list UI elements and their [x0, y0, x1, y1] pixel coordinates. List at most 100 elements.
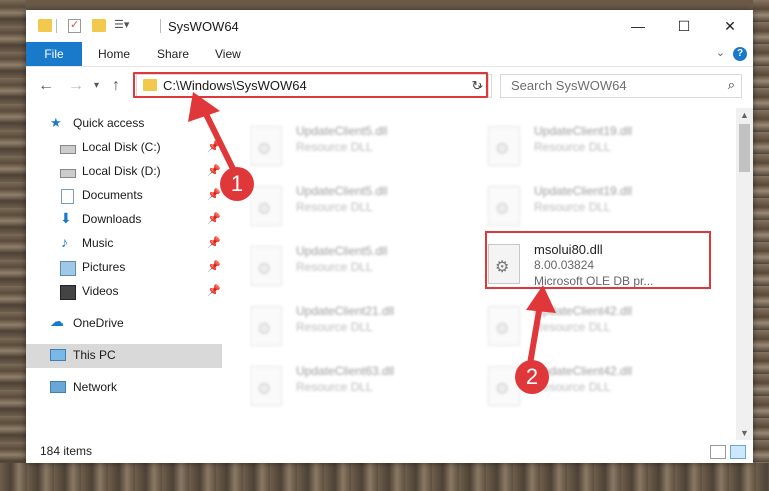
file-name: UpdateClient5.dll [296, 184, 388, 198]
search-input[interactable]: Search SysWOW64 ⌕ [500, 74, 742, 98]
recent-locations-icon[interactable]: ▾ [94, 80, 99, 91]
sidebar-item-label: This PC [73, 348, 116, 362]
file-type: Resource DLL [296, 380, 373, 394]
separator [160, 19, 161, 33]
file-item[interactable]: ⚙ UpdateClient5.dll Resource DLL [250, 240, 470, 290]
tab-view[interactable]: View [215, 42, 241, 66]
file-item[interactable]: ⚙ UpdateClient5.dll Resource DLL [250, 180, 470, 230]
tiles-view-icon[interactable] [730, 445, 746, 459]
up-arrow-icon[interactable]: ↑ [112, 77, 120, 95]
separator [56, 19, 57, 33]
file-name: UpdateClient5.dll [296, 124, 388, 138]
file-name: UpdateClient5.dll [296, 244, 388, 258]
file-item[interactable]: ⚙ UpdateClient19.dll Resource DLL [488, 180, 708, 230]
drive-icon [60, 169, 76, 178]
pin-icon[interactable]: 📌 [207, 140, 221, 153]
file-item[interactable]: ⚙ UpdateClient19.dll Resource DLL [488, 120, 708, 170]
background-right [753, 0, 769, 491]
background-left [0, 0, 26, 491]
file-item[interactable]: ⚙ UpdateClient21.dll Resource DLL [250, 300, 470, 350]
tab-share[interactable]: Share [157, 42, 189, 66]
drive-icon [60, 145, 76, 154]
tab-file[interactable]: File [26, 42, 82, 66]
pin-icon[interactable]: 📌 [207, 236, 221, 249]
file-name: UpdateClient19.dll [534, 124, 633, 138]
sidebar-item-label: Downloads [82, 212, 142, 226]
sidebar-item-label: Quick access [73, 116, 145, 130]
back-arrow-icon[interactable]: ← [38, 77, 54, 95]
scroll-down-icon[interactable]: ▼ [740, 428, 749, 438]
star-icon: ★ [50, 115, 62, 130]
sidebar-item-label: Documents [82, 188, 143, 202]
file-type: Resource DLL [296, 200, 373, 214]
file-name: UpdateClient63.dll [296, 364, 395, 378]
pin-icon[interactable]: 📌 [207, 260, 221, 273]
item-count: 184 items [40, 444, 93, 458]
sidebar-item-local-disk-d[interactable]: Local Disk (D:) 📌 [26, 160, 222, 184]
sidebar-item-local-disk-c[interactable]: Local Disk (C:) 📌 [26, 136, 222, 160]
file-highlight [485, 231, 711, 289]
status-bar: 184 items [26, 440, 753, 463]
dll-file-icon: ⚙ [250, 246, 282, 286]
documents-icon [61, 189, 74, 204]
sidebar-item-music[interactable]: ♪ Music 📌 [26, 232, 222, 256]
scroll-up-icon[interactable]: ▲ [740, 110, 749, 120]
music-icon: ♪ [61, 234, 68, 250]
pin-icon[interactable]: 📌 [207, 188, 221, 201]
sidebar-item-label: Pictures [82, 260, 126, 274]
sidebar-item-label: Network [73, 380, 118, 394]
pin-icon[interactable]: 📌 [207, 212, 221, 225]
search-icon: ⌕ [727, 77, 735, 92]
sidebar-item-pictures[interactable]: Pictures 📌 [26, 256, 222, 280]
sidebar-item-network[interactable]: Network [26, 376, 222, 400]
vertical-scrollbar[interactable]: ▲ ▼ [736, 108, 753, 440]
sidebar-item-label: OneDrive [73, 316, 124, 330]
expand-ribbon-icon[interactable]: ⌄ [716, 46, 725, 59]
tab-home[interactable]: Home [98, 42, 130, 66]
folder-icon [38, 19, 52, 32]
help-icon[interactable]: ? [733, 47, 747, 61]
sidebar-item-this-pc[interactable]: This PC [26, 344, 222, 368]
sidebar-item-documents[interactable]: Documents 📌 [26, 184, 222, 208]
pin-icon[interactable]: 📌 [207, 284, 221, 297]
dll-file-icon: ⚙ [488, 186, 520, 226]
dll-file-icon: ⚙ [488, 306, 520, 346]
customize-toolbar-icon[interactable]: ☰▾ [114, 19, 129, 32]
file-name: UpdateClient21.dll [296, 304, 395, 318]
file-type: Resource DLL [534, 140, 611, 154]
sidebar-item-downloads[interactable]: ⬇ Downloads 📌 [26, 208, 222, 232]
sidebar-item-quick-access[interactable]: ★ Quick access [26, 112, 222, 136]
file-name: UpdateClient19.dll [534, 184, 633, 198]
minimize-button[interactable]: — [615, 10, 661, 42]
file-type: Resource DLL [534, 200, 611, 214]
address-highlight [133, 72, 488, 98]
sidebar-item-label: Local Disk (C:) [82, 140, 161, 154]
pin-icon[interactable]: 📌 [207, 164, 221, 177]
dll-file-icon: ⚙ [488, 126, 520, 166]
dll-file-icon: ⚙ [250, 186, 282, 226]
maximize-button[interactable]: ☐ [661, 10, 707, 42]
dll-file-icon: ⚙ [250, 306, 282, 346]
ribbon: File Home Share View ⌄ ? [26, 42, 753, 67]
file-item[interactable]: ⚙ UpdateClient63.dll Resource DLL [250, 360, 470, 410]
file-item[interactable]: ⚙ UpdateClient5.dll Resource DLL [250, 120, 470, 170]
file-type: Resource DLL [296, 320, 373, 334]
navigation-bar: ← → ▾ ↑ C:\Windows\SysWOW64 ⌄ ↻ Search S… [26, 67, 753, 105]
details-view-icon[interactable] [710, 445, 726, 459]
step-2-badge: 2 [515, 360, 549, 394]
pictures-icon [60, 261, 76, 276]
sidebar-item-onedrive[interactable]: ☁ OneDrive [26, 312, 222, 336]
properties-icon[interactable]: ✓ [68, 19, 81, 33]
new-folder-icon[interactable] [92, 19, 106, 32]
scroll-thumb[interactable] [739, 124, 750, 172]
file-name: UpdateClient42.dll [534, 304, 633, 318]
video-icon [60, 285, 76, 300]
sidebar-item-label: Music [82, 236, 114, 250]
file-type: Resource DLL [296, 140, 373, 154]
close-button[interactable]: ✕ [707, 10, 753, 42]
file-item[interactable]: ⚙ UpdateClient42.dll Resource DLL [488, 300, 708, 350]
sidebar-item-videos[interactable]: Videos 📌 [26, 280, 222, 304]
forward-arrow-icon[interactable]: → [68, 77, 84, 95]
download-icon: ⬇ [60, 210, 72, 226]
sidebar-item-label: Videos [82, 284, 119, 298]
